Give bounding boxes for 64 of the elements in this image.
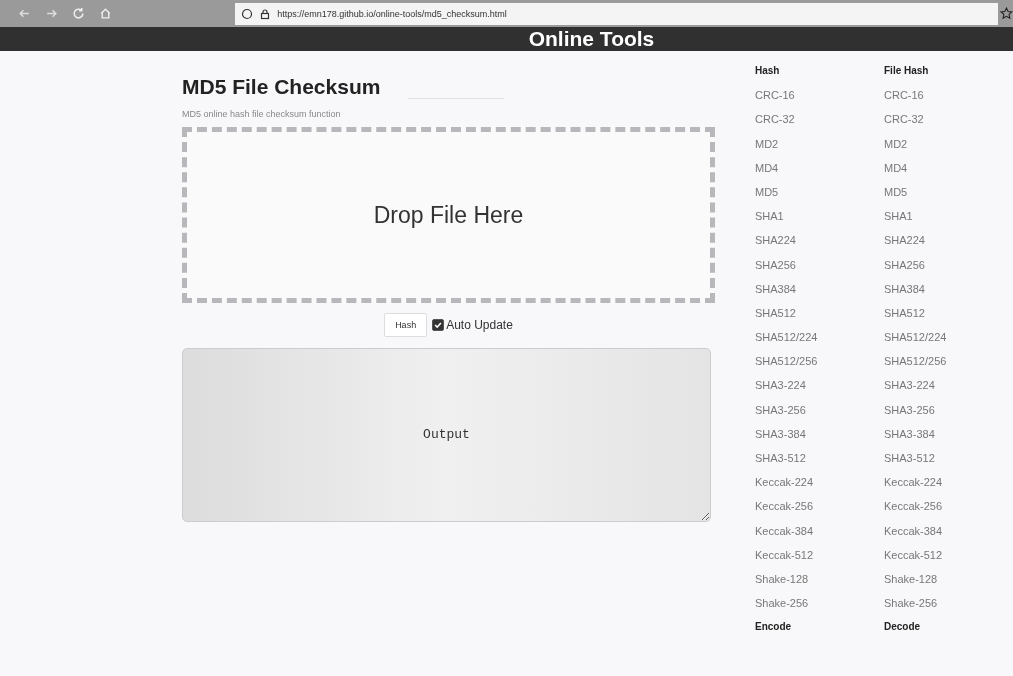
algorithm-link[interactable]: Keccak-384 xyxy=(755,520,884,545)
forward-icon[interactable] xyxy=(45,7,58,20)
checkbox[interactable] xyxy=(432,319,445,331)
algorithm-link[interactable]: CRC-32 xyxy=(884,109,1013,134)
algorithm-link[interactable]: Keccak-512 xyxy=(884,544,1013,569)
category-heading: File Hash xyxy=(884,64,930,78)
algorithm-link[interactable]: SHA256 xyxy=(884,254,1013,279)
algorithm-link[interactable]: SHA1 xyxy=(755,206,884,231)
algorithm-link[interactable]: Shake-128 xyxy=(755,568,884,594)
algorithm-link[interactable]: SHA3-256 xyxy=(755,399,884,424)
drop-zone[interactable]: Drop File Here xyxy=(182,127,715,303)
algorithm-link[interactable]: SHA3-224 xyxy=(884,375,1013,400)
algorithm-link[interactable]: SHA3-512 xyxy=(884,448,1013,473)
category-heading: Decode xyxy=(884,620,922,635)
algorithm-link[interactable]: SHA3-512 xyxy=(755,448,884,473)
algorithm-link[interactable]: MD5 xyxy=(755,181,884,207)
algorithm-link[interactable]: Shake-256 xyxy=(884,593,1013,618)
category-heading: Hash xyxy=(755,64,781,78)
algorithm-link[interactable]: SHA512/224 xyxy=(755,327,884,352)
algorithm-link[interactable]: Keccak-512 xyxy=(755,544,884,569)
algorithm-link[interactable]: Keccak-224 xyxy=(884,472,1013,497)
algorithm-link[interactable]: CRC-32 xyxy=(755,109,884,134)
auto-update-label: Auto Update xyxy=(446,318,513,332)
algorithm-link[interactable]: SHA3-256 xyxy=(884,399,1013,424)
algorithm-link[interactable]: SHA3-384 xyxy=(755,423,884,448)
algorithm-link[interactable]: SHA384 xyxy=(755,278,884,303)
algorithm-link[interactable]: SHA512/256 xyxy=(884,351,1013,376)
algorithm-link[interactable]: SHA512/256 xyxy=(755,351,884,376)
algorithm-link[interactable]: CRC-16 xyxy=(884,85,1013,110)
algorithm-link[interactable]: CRC-16 xyxy=(755,85,884,110)
algorithm-link[interactable]: Keccak-224 xyxy=(755,472,884,497)
url-text: https://emn178.github.io/online-tools/md5_checksum.html xyxy=(277,8,507,19)
page-title: MD5 File Checksum xyxy=(182,75,381,99)
site-title[interactable]: Online Tools xyxy=(528,27,655,51)
algorithm-link[interactable]: SHA224 xyxy=(884,230,1013,255)
reload-icon[interactable] xyxy=(72,7,85,20)
algorithm-link[interactable]: SHA384 xyxy=(884,278,1013,303)
algorithm-link[interactable]: SHA512 xyxy=(755,302,884,328)
algorithm-link[interactable]: SHA3-384 xyxy=(884,423,1013,448)
algorithm-link[interactable]: SHA3-224 xyxy=(755,375,884,400)
algorithm-link[interactable]: MD5 xyxy=(884,181,1013,207)
algorithm-link[interactable]: SHA224 xyxy=(755,230,884,255)
algorithm-link[interactable]: SHA512/224 xyxy=(884,327,1013,352)
category-heading: Encode xyxy=(755,620,793,635)
algorithm-link[interactable]: MD2 xyxy=(884,133,1013,158)
hash-button[interactable]: Hash xyxy=(384,313,428,337)
algorithm-link[interactable]: Shake-128 xyxy=(884,568,1013,594)
output-field[interactable]: Output xyxy=(182,348,711,522)
algorithm-link[interactable]: Keccak-256 xyxy=(884,496,1013,521)
algorithm-link[interactable]: MD4 xyxy=(884,157,1013,182)
algorithm-link[interactable]: SHA1 xyxy=(884,206,1013,231)
algorithm-link[interactable]: Shake-256 xyxy=(755,593,884,618)
algorithm-link[interactable]: Keccak-384 xyxy=(884,520,1013,545)
algorithm-link[interactable]: SHA512 xyxy=(884,302,1013,328)
algorithm-link[interactable]: Keccak-256 xyxy=(755,496,884,521)
lock-icon xyxy=(259,7,272,20)
address-bar[interactable]: https://emn178.github.io/online-tools/md5_checksum.html xyxy=(235,2,999,25)
page-subtitle: MD5 online hash file checksum function xyxy=(182,109,342,119)
algorithm-link[interactable]: MD4 xyxy=(755,157,884,182)
back-icon[interactable] xyxy=(18,7,31,20)
star-icon[interactable] xyxy=(1000,7,1013,20)
algorithm-link[interactable]: SHA256 xyxy=(755,254,884,279)
home-icon[interactable] xyxy=(99,7,112,20)
algorithm-link[interactable]: MD2 xyxy=(755,133,884,158)
